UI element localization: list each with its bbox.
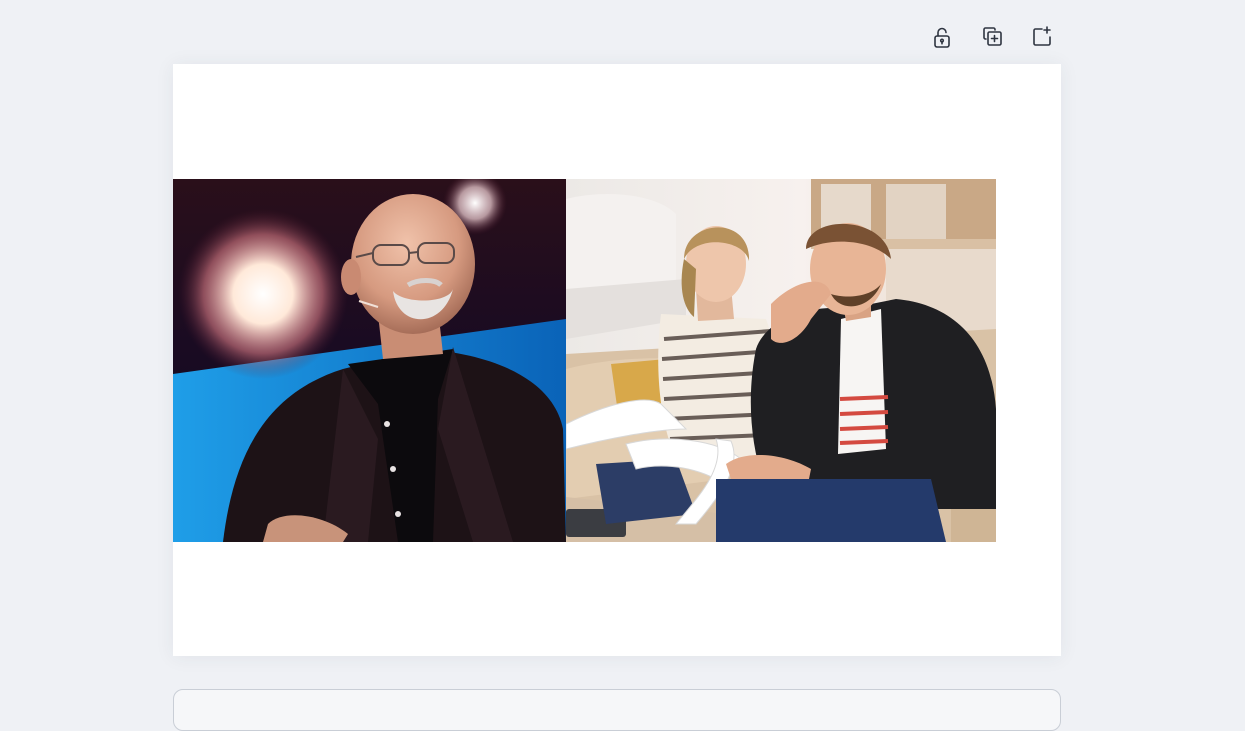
speaker-on-stage-photo — [173, 179, 566, 542]
image-stressed-couple[interactable] — [566, 179, 996, 542]
design-page[interactable] — [173, 64, 1061, 656]
duplicate-page-icon — [980, 25, 1004, 54]
page-toolbar — [924, 24, 1060, 54]
stressed-couple-with-bills-photo — [566, 179, 996, 542]
image-speaker-on-stage[interactable] — [173, 179, 566, 542]
add-page-button[interactable] — [1024, 24, 1060, 54]
duplicate-page-button[interactable] — [974, 24, 1010, 54]
unlock-icon — [930, 25, 954, 54]
lock-page-button[interactable] — [924, 24, 960, 54]
next-page[interactable] — [173, 689, 1061, 731]
add-page-icon — [1030, 25, 1054, 54]
